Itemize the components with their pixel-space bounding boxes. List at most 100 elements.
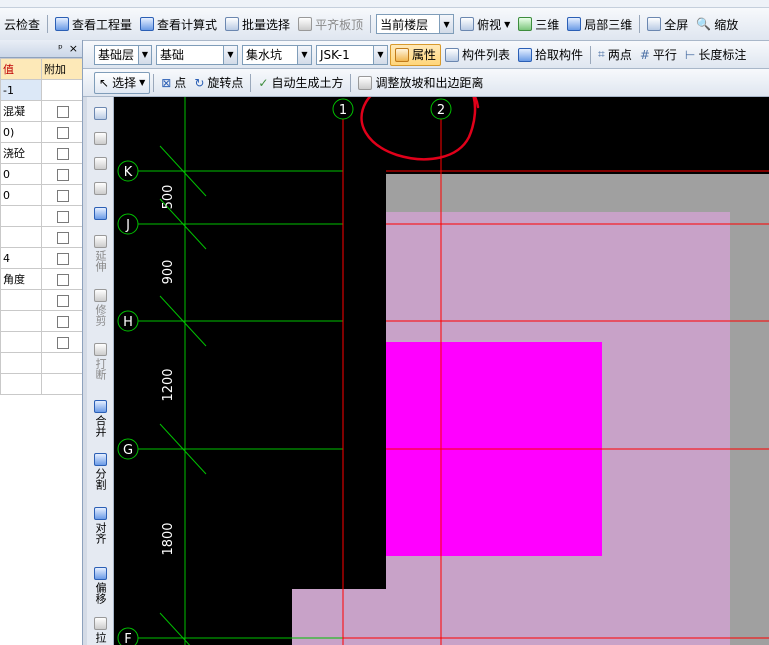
property-row[interactable] bbox=[0, 352, 82, 374]
cloud-check-button[interactable]: 云检查 bbox=[0, 13, 44, 35]
zoom-button[interactable]: 🔍 缩放 bbox=[692, 13, 742, 35]
length-dim-button[interactable]: ⊢ 长度标注 bbox=[681, 44, 750, 66]
property-row[interactable] bbox=[0, 310, 82, 332]
three-d-button[interactable]: 三维 bbox=[514, 13, 563, 35]
auto-earthwork-button[interactable]: ✓ 自动生成土方 bbox=[254, 72, 347, 94]
pick-component-button[interactable]: 拾取构件 bbox=[514, 44, 587, 66]
flush-slab-label: 平齐板顶 bbox=[315, 17, 364, 32]
toolbar-component: 基础层 ▼ 基础 ▼ 集水坑 ▼ JSK-1 ▼ 属性 构件列表 拾取构件 ⌗ … bbox=[0, 41, 769, 69]
rotate-icon bbox=[93, 207, 107, 220]
local-3d-label: 局部三维 bbox=[584, 17, 633, 32]
extend-tool[interactable]: 延伸 bbox=[89, 235, 111, 272]
property-row[interactable]: 混凝 bbox=[0, 100, 82, 122]
component-type-dropdown[interactable]: 集水坑 ▼ bbox=[242, 44, 312, 65]
axis-bubble-k[interactable]: K bbox=[117, 160, 139, 182]
property-row[interactable]: 浇砼 bbox=[0, 142, 82, 164]
top-view-button[interactable]: 俯视 ▼ bbox=[456, 13, 514, 35]
stretch-tool[interactable]: 拉 bbox=[89, 617, 111, 643]
property-value[interactable] bbox=[0, 373, 42, 395]
close-icon[interactable]: × bbox=[69, 42, 78, 55]
property-row[interactable]: 0) bbox=[0, 121, 82, 143]
two-points-button[interactable]: ⌗ 两点 bbox=[594, 44, 636, 66]
brush-tool[interactable] bbox=[89, 107, 111, 122]
adjust-slope-button[interactable]: 调整放坡和出边距离 bbox=[354, 72, 487, 94]
batch-select-button[interactable]: 批量选择 bbox=[221, 13, 294, 35]
axis-bubble-2[interactable]: 2 bbox=[430, 98, 452, 120]
extra-checkbox[interactable] bbox=[56, 273, 69, 286]
property-row[interactable] bbox=[0, 226, 82, 248]
property-value[interactable] bbox=[0, 331, 42, 353]
property-value[interactable]: 0 bbox=[0, 163, 42, 185]
current-floor-dropdown[interactable]: 当前楼层 ▼ bbox=[376, 14, 455, 34]
property-row[interactable]: -1 bbox=[0, 79, 82, 101]
select-button[interactable]: ↖ 选择 ▼ bbox=[94, 71, 151, 94]
property-value[interactable]: 角度 bbox=[0, 268, 42, 290]
trim-tool[interactable]: 修剪 bbox=[89, 289, 111, 326]
mirror-tool[interactable] bbox=[89, 157, 111, 172]
property-value[interactable] bbox=[0, 289, 42, 311]
property-row[interactable]: 0 bbox=[0, 163, 82, 185]
view-quantity-button[interactable]: 查看工程量 bbox=[51, 13, 136, 35]
break-tool[interactable]: 打断 bbox=[89, 343, 111, 380]
view-formula-button[interactable]: 查看计算式 bbox=[136, 13, 221, 35]
extra-checkbox[interactable] bbox=[56, 294, 69, 307]
property-row[interactable] bbox=[0, 373, 82, 395]
property-value[interactable]: 0 bbox=[0, 184, 42, 206]
property-value[interactable] bbox=[0, 205, 42, 227]
copy-tool[interactable] bbox=[89, 132, 111, 147]
property-extra-cell bbox=[41, 310, 82, 332]
property-row[interactable]: 0 bbox=[0, 184, 82, 206]
property-value[interactable] bbox=[0, 352, 42, 374]
property-row[interactable]: 4 bbox=[0, 247, 82, 269]
property-row[interactable] bbox=[0, 331, 82, 353]
align-tool[interactable]: 对齐 bbox=[89, 507, 111, 544]
extra-checkbox[interactable] bbox=[56, 105, 69, 118]
move-tool[interactable] bbox=[89, 182, 111, 197]
axis-bubble-h[interactable]: H bbox=[117, 310, 139, 332]
axis-bubble-j[interactable]: J bbox=[117, 213, 139, 235]
extra-checkbox[interactable] bbox=[56, 147, 69, 160]
fullscreen-button[interactable]: 全屏 bbox=[643, 13, 692, 35]
property-value[interactable] bbox=[0, 226, 42, 248]
offset-tool[interactable]: 偏移 bbox=[89, 567, 111, 604]
extra-checkbox[interactable] bbox=[56, 336, 69, 349]
rotate-tool[interactable] bbox=[89, 207, 111, 222]
extra-checkbox[interactable] bbox=[56, 189, 69, 202]
split-label: 分割 bbox=[94, 468, 107, 490]
extra-checkbox[interactable] bbox=[56, 210, 69, 223]
property-value[interactable]: 4 bbox=[0, 247, 42, 269]
extra-checkbox[interactable] bbox=[56, 315, 69, 328]
rotate-point-button[interactable]: ↻ 旋转点 bbox=[190, 72, 247, 94]
local-3d-button[interactable]: 局部三维 bbox=[563, 13, 636, 35]
property-value[interactable]: 浇砼 bbox=[0, 142, 42, 164]
split-tool[interactable]: 分割 bbox=[89, 453, 111, 490]
point-button[interactable]: ⊠ 点 bbox=[157, 72, 190, 94]
flush-slab-button[interactable]: 平齐板顶 bbox=[294, 13, 367, 35]
category-dropdown[interactable]: 基础 ▼ bbox=[156, 44, 238, 65]
parallel-button[interactable]: # 平行 bbox=[636, 44, 681, 66]
drawing-canvas[interactable]: 1 2 K J H G F 500 900 1200 1800 bbox=[114, 97, 769, 645]
view-quantity-label: 查看工程量 bbox=[72, 17, 133, 32]
extra-checkbox[interactable] bbox=[56, 168, 69, 181]
property-value[interactable]: 混凝 bbox=[0, 100, 42, 122]
properties-button[interactable]: 属性 bbox=[390, 43, 442, 66]
axis-bubble-1[interactable]: 1 bbox=[332, 98, 354, 120]
property-row[interactable] bbox=[0, 205, 82, 227]
slope-icon bbox=[358, 75, 373, 90]
extra-checkbox[interactable] bbox=[56, 252, 69, 265]
batch-select-icon bbox=[225, 17, 240, 31]
property-value[interactable]: 0) bbox=[0, 121, 42, 143]
axis-bubble-g[interactable]: G bbox=[117, 438, 139, 460]
extra-checkbox[interactable] bbox=[56, 126, 69, 139]
axis-bubble-f[interactable]: F bbox=[117, 627, 139, 645]
property-row[interactable] bbox=[0, 289, 82, 311]
property-row[interactable]: 角度 bbox=[0, 268, 82, 290]
merge-tool[interactable]: 合并 bbox=[89, 400, 111, 437]
property-value[interactable] bbox=[0, 310, 42, 332]
floor-dropdown[interactable]: 基础层 ▼ bbox=[94, 44, 152, 65]
component-list-button[interactable]: 构件列表 bbox=[441, 44, 514, 66]
pin-icon[interactable]: ᵖ bbox=[58, 42, 63, 55]
extra-checkbox[interactable] bbox=[56, 231, 69, 244]
property-value[interactable]: -1 bbox=[0, 79, 42, 101]
component-dropdown[interactable]: JSK-1 ▼ bbox=[316, 44, 388, 65]
